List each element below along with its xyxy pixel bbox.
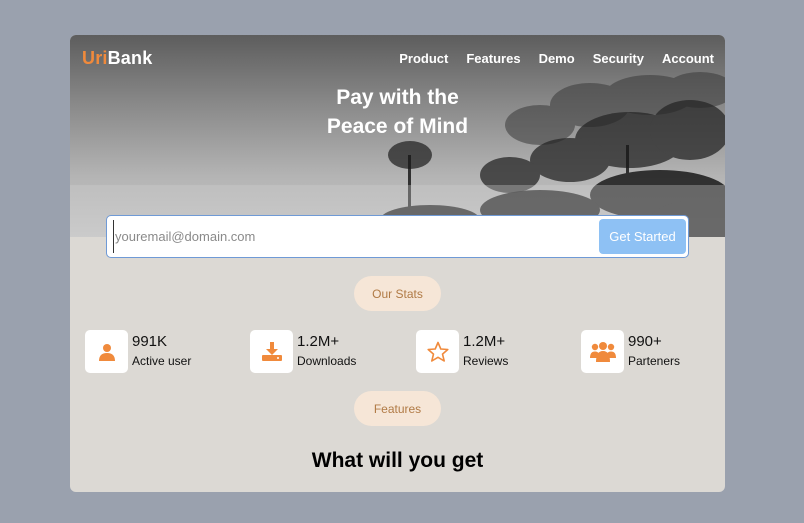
- stat-value: 990+: [628, 333, 662, 350]
- stat-label: Reviews: [463, 354, 509, 368]
- brand-logo[interactable]: UriBank: [82, 48, 152, 69]
- brand-logo-text: Bank: [107, 48, 153, 68]
- stat-value: 1.2M+: [463, 333, 506, 350]
- hero-banner: UriBank Product Features Demo Security A…: [70, 35, 725, 237]
- top-nav: Product Features Demo Security Account: [399, 51, 714, 66]
- nav-security[interactable]: Security: [593, 51, 644, 66]
- stat-downloads: 1.2M+ Downloads: [250, 330, 356, 374]
- stat-label: Downloads: [297, 354, 357, 368]
- hero-headline-line2: Peace of Mind: [326, 115, 469, 138]
- stat-active-users: 991K Active user: [85, 330, 191, 374]
- email-signup-form: Get Started: [106, 215, 689, 258]
- users-group-icon: [581, 330, 624, 373]
- brand-logo-accent: Uri: [82, 48, 108, 68]
- download-icon: [250, 330, 293, 373]
- landing-card: UriBank Product Features Demo Security A…: [70, 35, 725, 492]
- hero-headline: Pay with the Peace of Mind: [70, 83, 725, 141]
- stat-label: Parteners: [628, 354, 681, 368]
- features-pill: Features: [354, 391, 441, 426]
- stat-partners: 990+ Parteners: [581, 330, 680, 374]
- features-section-title: What will you get: [311, 449, 484, 472]
- our-stats-pill: Our Stats: [354, 276, 441, 311]
- nav-product[interactable]: Product: [399, 51, 448, 66]
- stat-value: 1.2M+: [297, 333, 340, 350]
- nav-features[interactable]: Features: [466, 51, 520, 66]
- email-input[interactable]: [113, 220, 593, 253]
- stat-label: Active user: [132, 354, 192, 368]
- hero-headline-line1: Pay with the: [336, 86, 459, 109]
- star-icon: [416, 330, 459, 373]
- stat-value: 991K: [132, 333, 168, 350]
- nav-demo[interactable]: Demo: [539, 51, 575, 66]
- nav-account[interactable]: Account: [662, 51, 714, 66]
- stat-reviews: 1.2M+ Reviews: [416, 330, 508, 374]
- get-started-button[interactable]: Get Started: [599, 219, 686, 254]
- user-icon: [85, 330, 128, 373]
